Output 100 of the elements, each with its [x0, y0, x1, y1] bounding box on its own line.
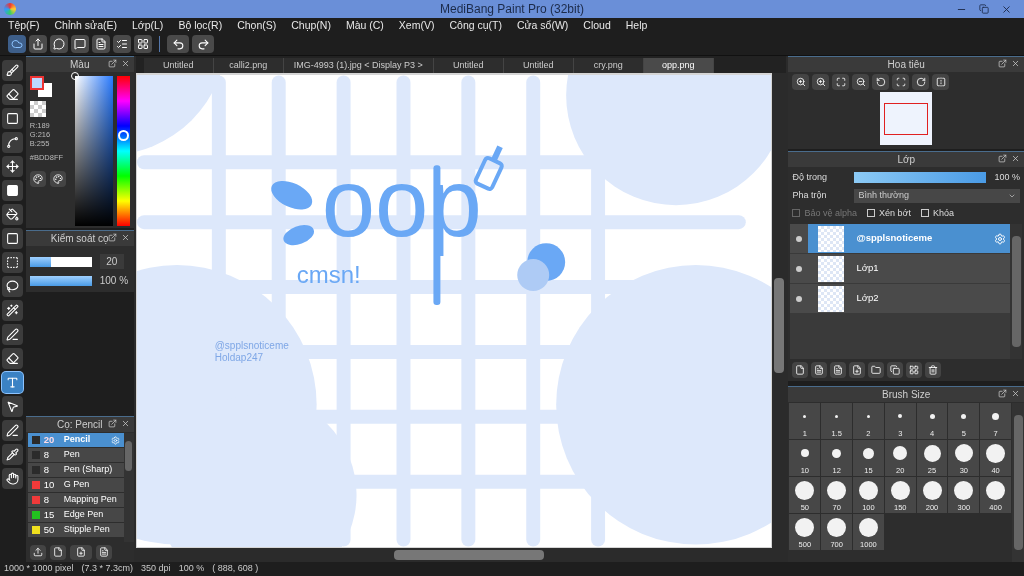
hand-tool-button[interactable] [2, 468, 24, 489]
close-icon[interactable] [1001, 3, 1012, 15]
document-tab[interactable]: Untitled [433, 58, 504, 73]
reset-rotation-button[interactable] [892, 74, 910, 90]
scrollbar[interactable] [1012, 403, 1024, 562]
comment-button[interactable] [71, 35, 89, 53]
close-icon[interactable] [1011, 154, 1020, 163]
blend-mode-dropdown[interactable]: Bình thường [854, 188, 1020, 203]
menu-item[interactable]: Chụp(N) [291, 17, 331, 34]
add-layer-button[interactable] [849, 362, 866, 378]
document-button[interactable] [95, 544, 112, 560]
share-button[interactable] [29, 35, 47, 53]
delete-button[interactable] [925, 362, 942, 378]
move-tool-button[interactable] [2, 156, 24, 177]
brush-item[interactable]: 15 Edge Pen [27, 508, 124, 522]
menu-item[interactable]: Màu (C) [345, 17, 384, 34]
hue-thumb[interactable] [117, 130, 129, 142]
settings-icon[interactable] [994, 232, 1006, 245]
menu-item[interactable]: Chỉnh sửa(E) [54, 17, 117, 34]
menu-item[interactable]: Bộ lọc(R) [178, 17, 223, 34]
duplicate-button[interactable] [887, 362, 904, 378]
menu-item[interactable]: Lớp(L) [131, 17, 164, 34]
color-swatches[interactable] [29, 76, 52, 97]
brush-size-slider[interactable] [29, 256, 92, 267]
wand-tool-button[interactable] [2, 300, 24, 321]
close-icon[interactable] [1011, 389, 1020, 398]
visibility-toggle[interactable] [796, 265, 803, 272]
folder-button[interactable] [868, 362, 885, 378]
document-tab[interactable]: IMG-4993 (1).jpg < Display P3 > [283, 58, 434, 73]
layer-opacity-fill[interactable] [854, 172, 987, 184]
speech-bubble-button[interactable] [50, 35, 68, 53]
document-tab[interactable]: Untitled [503, 58, 574, 73]
undock-icon[interactable] [107, 419, 117, 428]
undo-button[interactable] [167, 35, 189, 53]
menu-item[interactable]: Tệp(F) [8, 17, 40, 34]
dropper-tool-button[interactable] [2, 444, 24, 465]
new-layer-button[interactable] [792, 362, 809, 378]
menu-item[interactable]: Xem(V) [398, 17, 435, 34]
layer-option-checkbox[interactable]: Xén bớt [867, 206, 911, 220]
new-page-button[interactable] [49, 544, 66, 560]
upload-button[interactable] [29, 544, 46, 560]
menu-item[interactable]: Chọn(S) [237, 17, 277, 34]
brush-opacity-fill[interactable] [29, 275, 92, 286]
menu-item[interactable]: Công cụ(T) [449, 17, 502, 34]
brush-size-value[interactable]: 20 [99, 254, 124, 269]
list-button[interactable] [113, 35, 131, 53]
visibility-toggle[interactable] [796, 295, 803, 302]
bucket-tool-button[interactable] [2, 204, 24, 225]
close-icon[interactable] [1011, 59, 1020, 68]
scrollbar[interactable] [123, 433, 134, 542]
palette-button[interactable] [29, 171, 46, 188]
selectpen-tool-button[interactable] [2, 324, 24, 345]
undock-icon[interactable] [998, 154, 1007, 163]
brush-tool-button[interactable] [2, 60, 24, 81]
document-button[interactable] [830, 362, 847, 378]
vertical-scrollbar[interactable] [772, 73, 787, 548]
fill-tool-button[interactable] [2, 180, 24, 201]
transparent-swatch[interactable] [29, 101, 46, 117]
grid-button[interactable] [134, 35, 152, 53]
undock-icon[interactable] [107, 233, 117, 242]
divide-tool-button[interactable] [2, 420, 24, 441]
cloud-button[interactable] [8, 35, 26, 53]
eraser-tool-button[interactable] [2, 84, 24, 105]
palette-button[interactable] [49, 171, 66, 188]
undock-icon[interactable] [998, 59, 1007, 68]
shape-tool-button[interactable] [2, 108, 24, 129]
document-tab[interactable]: opp.png [643, 58, 714, 73]
document-tab[interactable]: Untitled [143, 58, 214, 73]
layer-option-checkbox[interactable]: Khóa [920, 206, 954, 220]
document-tab[interactable]: calli2.png [213, 58, 284, 73]
actual-size-button[interactable] [792, 74, 810, 90]
fit-button[interactable] [832, 74, 850, 90]
zoom-out-button[interactable] [852, 74, 870, 90]
operation-tool-button[interactable] [2, 396, 24, 417]
rotate-right-button[interactable] [912, 74, 930, 90]
document-button[interactable] [92, 35, 110, 53]
menu-item[interactable]: Help [625, 17, 648, 34]
close-icon[interactable] [120, 59, 130, 68]
close-icon[interactable] [120, 233, 130, 242]
zoom-in-button[interactable] [812, 74, 830, 90]
rotate-left-button[interactable] [872, 74, 890, 90]
select-tool-button[interactable] [2, 252, 24, 273]
visibility-toggle[interactable] [796, 235, 803, 242]
undock-icon[interactable] [998, 389, 1007, 398]
undock-icon[interactable] [107, 59, 117, 68]
selecteraser-tool-button[interactable] [2, 348, 24, 369]
redo-button[interactable] [192, 35, 214, 53]
line-tool-button[interactable] [2, 132, 24, 153]
menu-item[interactable]: Cửa sổ(W) [516, 17, 569, 34]
lasso-tool-button[interactable] [2, 276, 24, 297]
scrollbar[interactable] [1010, 224, 1022, 359]
flip-button[interactable] [932, 74, 950, 90]
brush-item[interactable]: 10 G Pen [27, 478, 124, 492]
merge-button[interactable] [906, 362, 923, 378]
brush-item[interactable]: 8 Pen [27, 448, 124, 462]
brush-item[interactable]: 8 Pen (Sharp) [27, 463, 124, 477]
brush-item[interactable]: 50 Stipple Pen [27, 523, 124, 537]
hue-slider[interactable] [116, 76, 130, 226]
close-icon[interactable] [120, 419, 130, 428]
brush-item[interactable]: 8 Mapping Pen [27, 493, 124, 507]
